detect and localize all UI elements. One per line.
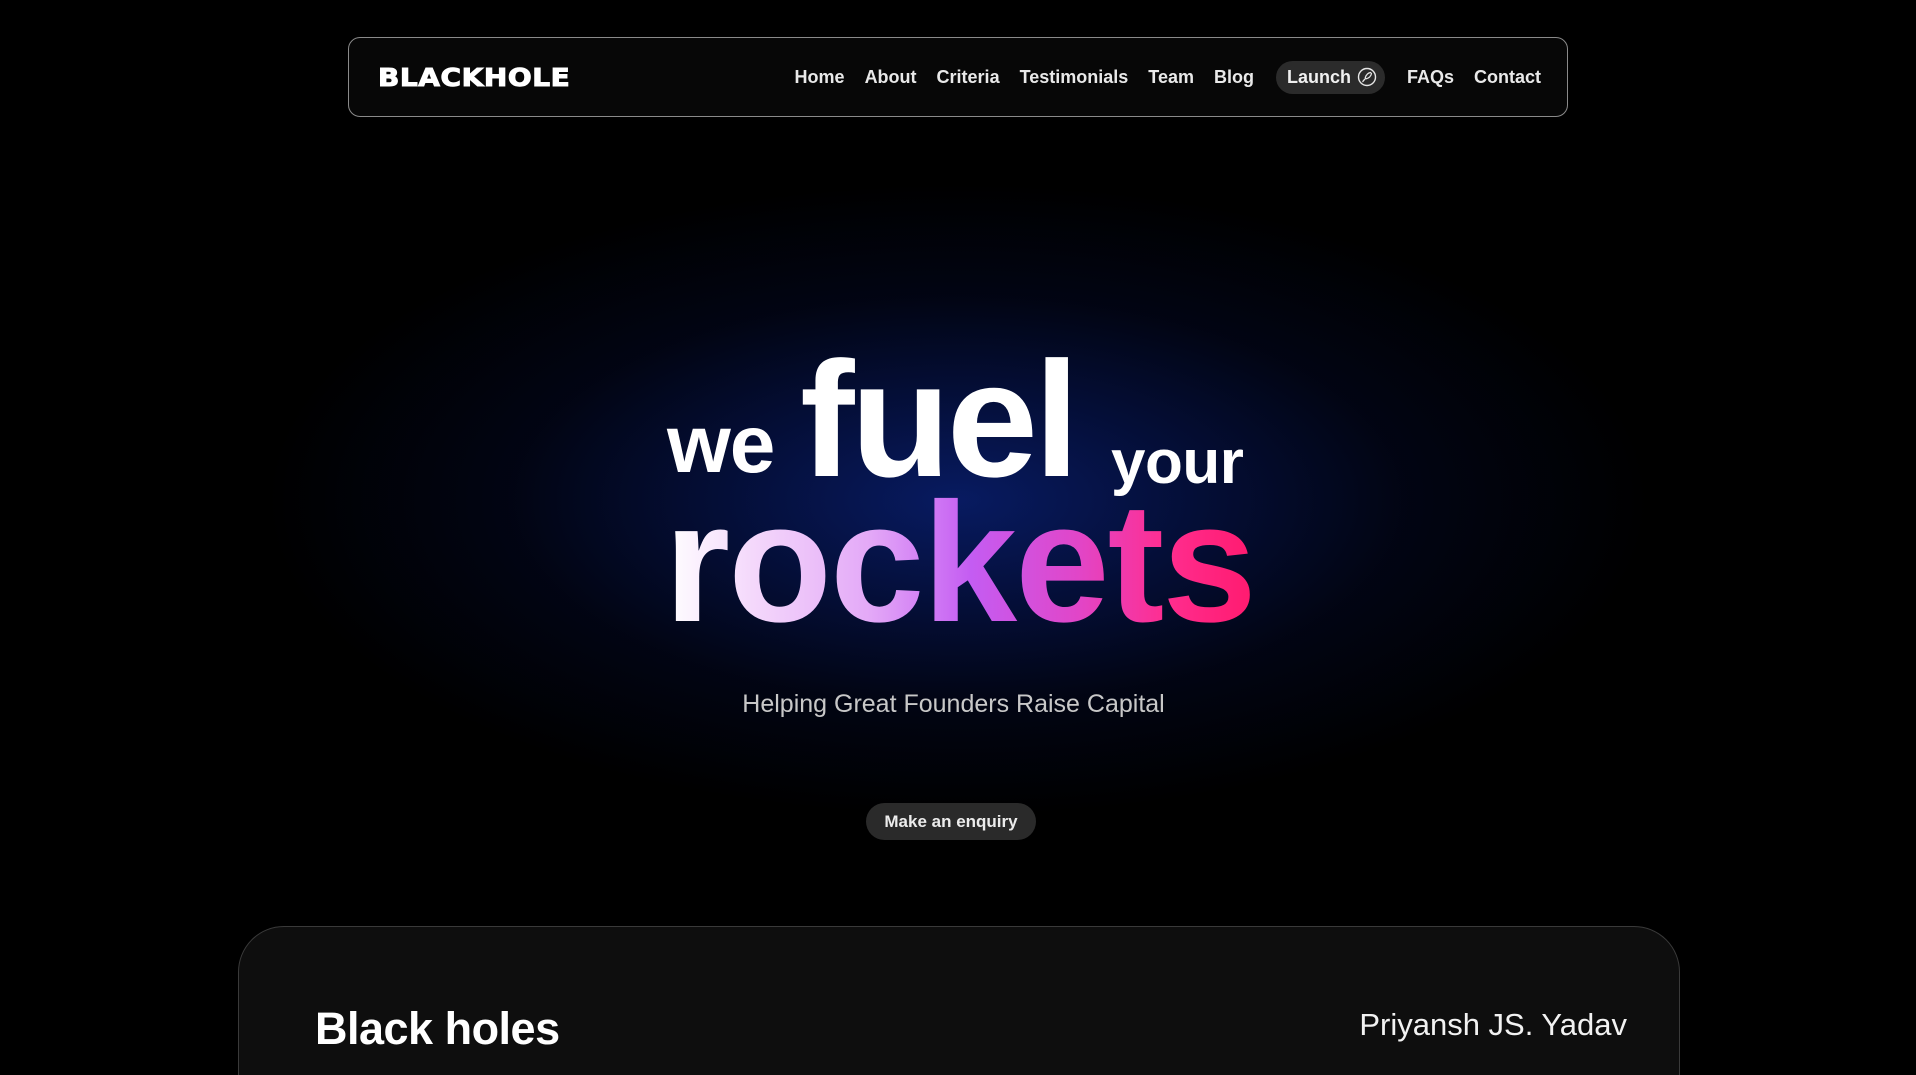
nav-link-about[interactable]: About [865,67,917,88]
nav-link-criteria[interactable]: Criteria [937,67,1000,88]
logo[interactable]: BLACKHOLE [377,62,570,92]
launch-button[interactable]: Launch [1275,60,1385,94]
nav-links: Home About Criteria Testimonials Team Bl… [795,60,1541,94]
hero-subtitle: Helping Great Founders Raise Capital [742,690,1165,718]
rocket-icon [1357,67,1377,87]
hero-word-rockets: rockets [664,468,1257,658]
card-author: Priyansh JS. Yadav [1359,1007,1627,1042]
nav-link-home[interactable]: Home [795,67,845,88]
make-enquiry-button[interactable]: Make an enquiry [866,803,1036,840]
navbar: BLACKHOLE Home About Criteria Testimonia… [348,37,1568,117]
page: BLACKHOLE Home About Criteria Testimonia… [0,0,1916,1075]
launch-label: Launch [1286,66,1351,87]
hero: we fuel your rockets Helping Great Found… [0,0,1916,900]
nav-link-contact[interactable]: Contact [1474,67,1541,88]
blackholes-card: Black holes Priyansh JS. Yadav [238,926,1680,1075]
nav-link-blog[interactable]: Blog [1214,67,1254,88]
nav-link-faqs[interactable]: FAQs [1407,67,1454,88]
hero-subtitle-row: Helping Great Founders Raise Capital [0,690,1916,719]
nav-link-team[interactable]: Team [1148,67,1194,88]
nav-link-testimonials[interactable]: Testimonials [1020,67,1129,88]
card-title: Black holes [315,1003,560,1054]
